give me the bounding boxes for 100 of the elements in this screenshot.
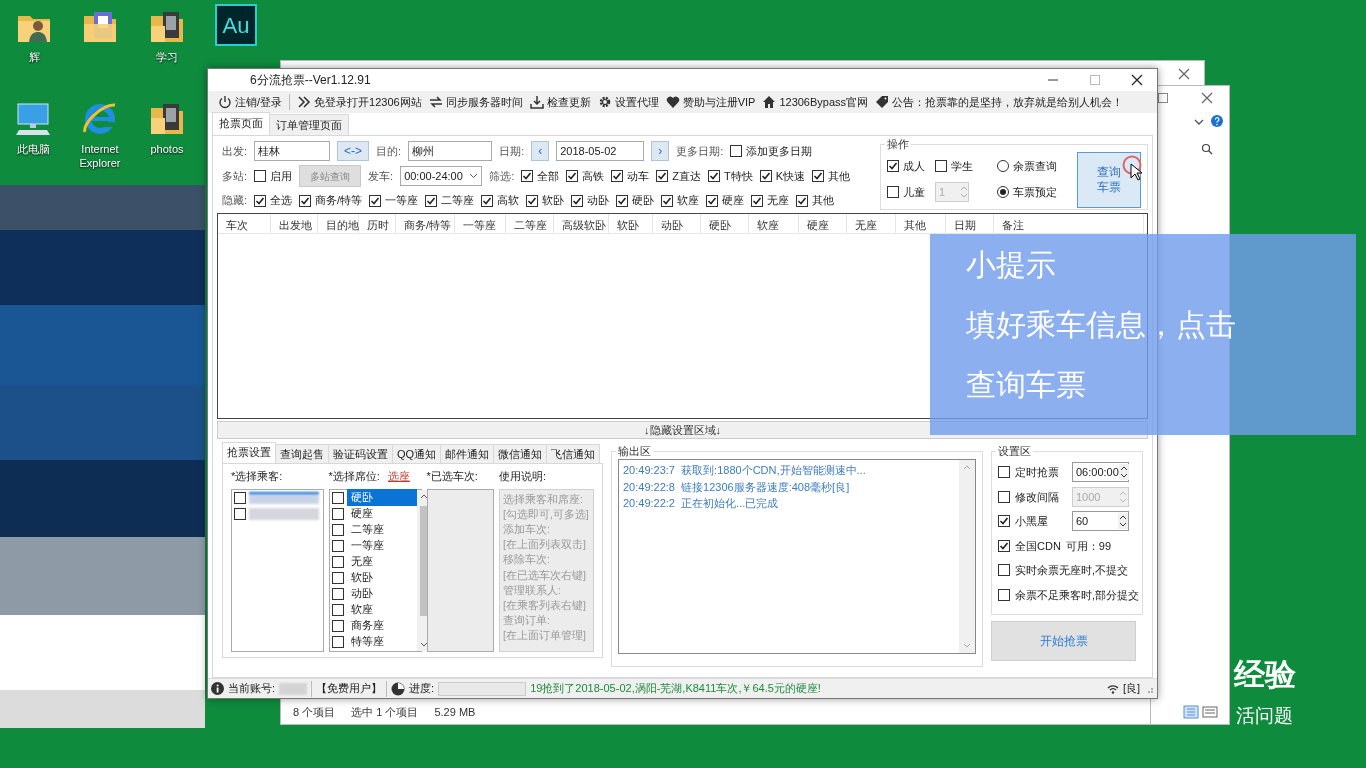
- column-header[interactable]: 二等座: [506, 214, 554, 233]
- tab[interactable]: 查询起售: [275, 443, 329, 463]
- toolbar-button[interactable]: 免登录打开12306网站: [297, 93, 422, 111]
- checkbox-label[interactable]: 一等座: [385, 192, 419, 209]
- search-icon[interactable]: [1201, 143, 1213, 155]
- date-field[interactable]: 2018-05-02: [556, 141, 645, 162]
- checkbox-label[interactable]: 高软: [497, 192, 520, 209]
- checkbox-label[interactable]: 小黑屋: [1015, 513, 1067, 530]
- checkbox-label[interactable]: 硬卧: [632, 192, 655, 209]
- icon-label[interactable]: 学习: [137, 50, 197, 64]
- icon-label[interactable]: 此电脑: [3, 142, 63, 156]
- list-item[interactable]: 软卧: [346, 569, 377, 586]
- checkbox-label[interactable]: 定时抢票: [1015, 464, 1067, 481]
- checkbox[interactable]: [331, 635, 344, 648]
- prev-date-button[interactable]: ‹: [531, 141, 550, 162]
- tab[interactable]: QQ通知: [392, 443, 442, 463]
- checkbox[interactable]: [998, 588, 1010, 601]
- icon-label[interactable]: 辉: [4, 50, 64, 64]
- checkbox[interactable]: [331, 491, 344, 504]
- radio-button[interactable]: [997, 160, 1009, 172]
- checkbox[interactable]: [331, 507, 344, 520]
- checkbox[interactable]: [526, 194, 539, 207]
- column-header[interactable]: 硬卧: [701, 214, 749, 233]
- column-header[interactable]: 软座: [749, 214, 799, 233]
- checkbox[interactable]: [707, 170, 720, 182]
- column-header[interactable]: 动卧: [653, 214, 701, 233]
- column-header[interactable]: 目的地: [318, 214, 359, 233]
- column-header[interactable]: 备注: [994, 214, 1144, 233]
- view-toggle-icon[interactable]: [1183, 705, 1219, 719]
- list-item[interactable]: 硬座: [346, 505, 377, 522]
- column-header[interactable]: 历时: [359, 214, 396, 233]
- list-item[interactable]: 商务座: [346, 617, 388, 634]
- checkbox-label[interactable]: 添加更多日期: [746, 143, 813, 160]
- audition-icon[interactable]: Au: [215, 4, 257, 46]
- list-item[interactable]: 无座: [346, 553, 377, 570]
- list-item[interactable]: 软座: [346, 601, 377, 618]
- input-field[interactable]: 柳州: [408, 141, 493, 162]
- list-item[interactable]: 二等座: [346, 521, 388, 538]
- number-spinner[interactable]: 06:00:00: [1072, 462, 1129, 483]
- checkbox[interactable]: [759, 170, 772, 182]
- dropdown[interactable]: 00:00-24:00: [400, 166, 483, 186]
- checkbox[interactable]: [998, 515, 1010, 528]
- checkbox[interactable]: [751, 194, 764, 207]
- checkbox[interactable]: [812, 170, 824, 182]
- column-header[interactable]: 软卧: [609, 214, 653, 233]
- tab[interactable]: 抢票页面: [212, 111, 270, 135]
- checkbox[interactable]: [425, 194, 438, 207]
- checkbox-label[interactable]: 二等座: [441, 192, 475, 209]
- radio-button[interactable]: [997, 186, 1009, 199]
- column-header[interactable]: 出发地: [271, 214, 318, 233]
- checkbox-label[interactable]: 成人: [903, 157, 925, 175]
- checkbox[interactable]: [730, 145, 743, 158]
- seat-link[interactable]: 选座: [387, 468, 410, 485]
- checkbox-label[interactable]: 儿童: [903, 184, 925, 201]
- checkbox-label[interactable]: 软卧: [542, 192, 565, 209]
- checkbox-label[interactable]: 全选: [270, 192, 293, 209]
- icon-label[interactable]: photos: [137, 142, 197, 156]
- toolbar-button[interactable]: 检查更新: [529, 93, 591, 111]
- help-icon[interactable]: [1211, 115, 1223, 127]
- checkbox[interactable]: [706, 194, 719, 207]
- checkbox-label[interactable]: 全国CDN: [1015, 537, 1061, 554]
- checkbox[interactable]: [998, 564, 1010, 577]
- checkbox[interactable]: [234, 491, 246, 504]
- checkbox-label[interactable]: 实时余票无座时,不提交: [1015, 562, 1129, 579]
- query-button[interactable]: 查询 车票: [1077, 152, 1141, 208]
- checkbox[interactable]: [234, 507, 246, 520]
- checkbox[interactable]: [521, 170, 534, 182]
- checkbox[interactable]: [331, 603, 344, 616]
- toolbar-button[interactable]: 注销/登录: [218, 93, 283, 111]
- list-item[interactable]: 动卧: [346, 585, 377, 602]
- toolbar-button[interactable]: 同步服务器时间: [428, 93, 523, 111]
- checkbox-label[interactable]: 动车: [627, 167, 650, 185]
- column-header[interactable]: 一等座: [455, 214, 506, 233]
- list-item[interactable]: 硬卧: [346, 489, 417, 506]
- checkbox[interactable]: [331, 619, 344, 632]
- tab[interactable]: 验证码设置: [328, 443, 393, 463]
- checkbox[interactable]: [998, 466, 1010, 479]
- input-field[interactable]: 桂林: [254, 141, 331, 162]
- checkbox-label[interactable]: 动卧: [587, 192, 610, 209]
- toolbar-button[interactable]: 赞助与注册VIP: [665, 93, 756, 111]
- column-header[interactable]: 高级软卧: [554, 214, 609, 233]
- column-header[interactable]: 车次: [218, 214, 271, 233]
- checkbox[interactable]: [611, 170, 624, 182]
- checkbox[interactable]: [566, 170, 579, 182]
- close-icon[interactable]: [1131, 74, 1143, 86]
- checkbox[interactable]: [796, 194, 809, 207]
- checkbox[interactable]: [661, 194, 674, 207]
- swap-button[interactable]: <->: [337, 141, 370, 162]
- checkbox-label[interactable]: 余票不足乘客时,部分提交: [1015, 586, 1140, 603]
- column-header[interactable]: 其他: [896, 214, 946, 233]
- checkbox-label[interactable]: 商务/特等: [315, 192, 363, 209]
- icon-label[interactable]: Internet Explorer: [70, 142, 130, 170]
- tab[interactable]: 订单管理页面: [269, 113, 349, 135]
- checkbox[interactable]: [331, 539, 344, 552]
- checkbox-label[interactable]: 无座: [767, 192, 790, 209]
- checkbox-label[interactable]: 其他: [812, 192, 835, 209]
- radio-label[interactable]: 余票查询: [1013, 157, 1057, 175]
- checkbox-label[interactable]: 硬座: [722, 192, 745, 209]
- checkbox[interactable]: [887, 160, 899, 172]
- checkbox[interactable]: [656, 170, 669, 182]
